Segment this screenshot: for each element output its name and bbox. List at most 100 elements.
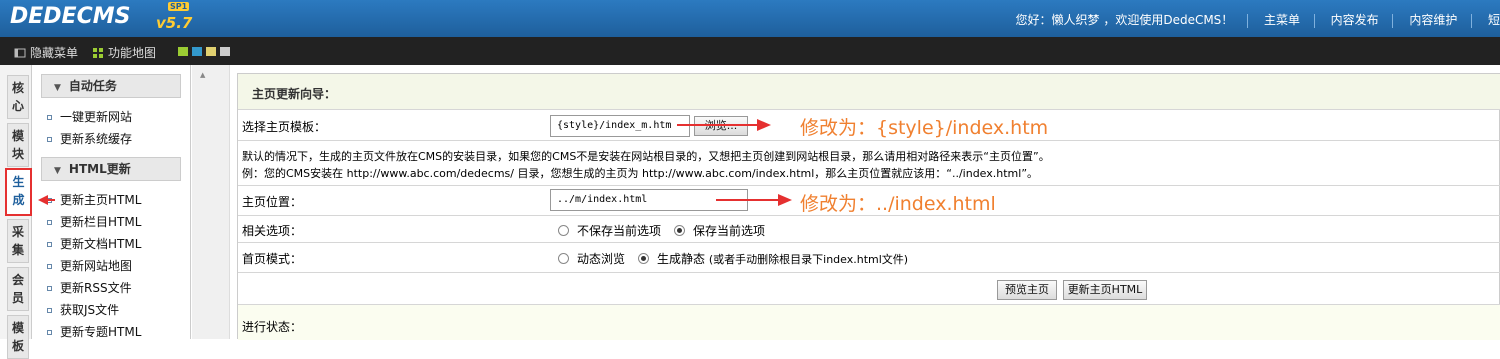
scroll-up-icon[interactable]: ▲ [200, 71, 205, 79]
menu-item-label: 更新专题HTML [60, 325, 142, 339]
mode-label: 首页模式： [242, 252, 303, 266]
menu-item[interactable]: 更新栏目HTML [47, 213, 141, 230]
menu-item[interactable]: 更新文档HTML [47, 235, 141, 252]
mode-static[interactable]: 生成静态 (或者手动删除根目录下index.html文件) [638, 250, 908, 267]
tab-collect[interactable]: 采集 [7, 219, 29, 263]
radio-label: 保存当前选项 [693, 224, 766, 238]
nav-content-publish[interactable]: 内容发布 [1331, 13, 1379, 27]
hide-menu-icon [14, 47, 26, 59]
menu-group-html-update[interactable]: ▼ HTML更新 [41, 157, 181, 181]
radio-checked-icon[interactable] [674, 225, 685, 236]
nav-content-maintain[interactable]: 内容维护 [1409, 13, 1457, 27]
nav-main-menu[interactable]: 主菜单 [1264, 13, 1300, 27]
theme-swatch-blue[interactable] [192, 47, 202, 56]
tab-module[interactable]: 模块 [7, 123, 29, 167]
bullet-icon [47, 242, 52, 247]
preview-home-button[interactable]: 预览主页 [997, 280, 1057, 300]
menu-group-auto-task[interactable]: ▼ 自动任务 [41, 74, 181, 98]
menu-group-title: 自动任务 [68, 79, 117, 93]
divider [1392, 13, 1394, 28]
menu-group-title: HTML更新 [68, 162, 131, 176]
menu-item[interactable]: 一键更新网站 [47, 108, 132, 125]
tab-template[interactable]: 模板 [7, 315, 29, 359]
bullet-icon [47, 264, 52, 269]
menu-item-label: 一键更新网站 [60, 110, 133, 124]
option-save[interactable]: 保存当前选项 [674, 222, 765, 239]
menu-item[interactable]: 更新RSS文件 [47, 279, 132, 296]
annotation-arrow-line [716, 199, 778, 201]
static-note: (或者手动删除根目录下index.html文件) [708, 253, 909, 266]
menu-item-label: 更新网站地图 [60, 259, 133, 273]
theme-swatch-green[interactable] [178, 47, 188, 56]
status-label: 进行状态： [242, 320, 303, 334]
annotation-arrow-right [757, 119, 771, 131]
position-label: 主页位置： [242, 195, 303, 209]
option-no-save[interactable]: 不保存当前选项 [558, 222, 661, 239]
logo-version: v5.7 [156, 14, 193, 32]
bullet-icon [47, 308, 52, 313]
divider [1471, 13, 1473, 28]
options-row: 相关选项： 不保存当前选项 保存当前选项 [238, 216, 1500, 243]
collapse-icon: ▼ [54, 83, 61, 93]
menu-item[interactable]: 更新系统缓存 [47, 130, 132, 147]
menu-item-label: 更新主页HTML [60, 193, 142, 207]
mode-dynamic[interactable]: 动态浏览 [558, 250, 625, 267]
tab-label: 模块 [11, 129, 24, 161]
form-title: 主页更新向导： [252, 87, 337, 101]
menu-item-label: 获取JS文件 [60, 303, 120, 317]
bullet-icon [47, 330, 52, 335]
menu-item[interactable]: 获取JS文件 [47, 301, 119, 318]
sub-toolbar: 隐藏菜单 功能地图 [0, 37, 1500, 65]
radio-icon[interactable] [558, 253, 569, 264]
tab-label: 采集 [11, 225, 24, 257]
mode-row: 首页模式： 动态浏览 生成静态 (或者手动删除根目录下index.html文件) [238, 243, 1500, 273]
update-home-html-button[interactable]: 更新主页HTML [1063, 280, 1147, 300]
menu-item[interactable]: 更新专题HTML [47, 323, 141, 340]
radio-icon[interactable] [558, 225, 569, 236]
note-line-1: 默认的情况下，生成的主页文件放在CMS的安装目录，如果您的CMS不是安装在网站根… [242, 150, 1050, 163]
radio-label: 生成静态 [657, 252, 706, 266]
theme-swatch-yellow[interactable] [206, 47, 216, 56]
tab-member[interactable]: 会员 [7, 267, 29, 311]
annotation-arrow-line [677, 124, 757, 126]
menu-item[interactable]: 更新网站地图 [47, 257, 132, 274]
annotation-position: 修改为：../index.html [800, 193, 996, 215]
divider [1247, 13, 1249, 28]
browse-button[interactable]: 浏览... [694, 116, 748, 136]
status-row: 进行状态： [238, 305, 1500, 340]
logo-sp-badge: SP1 [168, 2, 190, 11]
menu-item-label: 更新RSS文件 [60, 281, 132, 295]
menu-item-update-home[interactable]: 更新主页HTML [47, 191, 141, 208]
dedecms-logo: DEDECMS v5.7 SP1 [10, 2, 192, 32]
menu-item-label: 更新栏目HTML [60, 215, 142, 229]
radio-label: 动态浏览 [577, 252, 626, 266]
annotation-template: 修改为：{style}/index.htm [800, 117, 1049, 139]
divider [1313, 13, 1315, 28]
template-input[interactable]: {style}/index_m.htm [550, 115, 690, 137]
bullet-icon [47, 137, 52, 142]
tab-core[interactable]: 核心 [7, 75, 29, 119]
tab-label: 生成 [12, 175, 25, 207]
annotation-arrow-line [47, 199, 55, 201]
tab-label: 核心 [11, 81, 24, 113]
scroll-gutter [192, 65, 230, 339]
hide-menu-label: 隐藏菜单 [30, 46, 79, 60]
form-title-row: 主页更新向导： [238, 74, 1500, 110]
radio-label: 不保存当前选项 [577, 224, 662, 238]
bullet-icon [47, 286, 52, 291]
tab-generate[interactable]: 生成 [5, 168, 32, 216]
sitemap-button[interactable]: 功能地图 [92, 44, 156, 61]
collapse-icon: ▼ [54, 166, 61, 176]
options-label: 相关选项： [242, 224, 303, 238]
nav-more[interactable]: 短 [1488, 13, 1500, 27]
actions-row: 预览主页 更新主页HTML [238, 273, 1500, 305]
annotation-arrow-right [778, 194, 792, 206]
tab-label: 模板 [11, 321, 24, 353]
radio-checked-icon[interactable] [638, 253, 649, 264]
menu-item-label: 更新系统缓存 [60, 132, 133, 146]
note-row: 默认的情况下，生成的主页文件放在CMS的安装目录，如果您的CMS不是安装在网站根… [238, 141, 1500, 186]
header-nav: 您好：懒人织梦 ，欢迎使用DedeCMS！ 主菜单 内容发布 内容维护 短 [1004, 11, 1500, 28]
sitemap-label: 功能地图 [108, 46, 157, 60]
hide-menu-button[interactable]: 隐藏菜单 [14, 44, 78, 61]
theme-swatch-gray[interactable] [220, 47, 230, 56]
